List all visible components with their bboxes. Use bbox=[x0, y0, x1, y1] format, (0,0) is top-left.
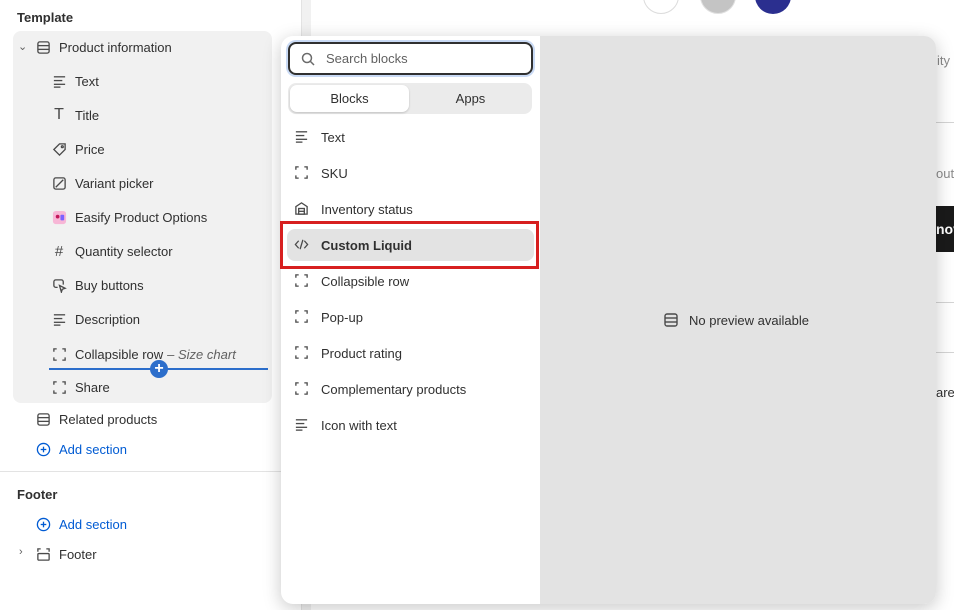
plus-circle-icon bbox=[35, 441, 51, 457]
block-label: Price bbox=[75, 141, 105, 157]
dashed-square-icon bbox=[294, 273, 310, 289]
block-label: Title bbox=[75, 107, 100, 123]
text-lines-icon bbox=[51, 73, 67, 89]
swatch-white[interactable] bbox=[643, 0, 679, 14]
section-footer[interactable]: Footer bbox=[35, 544, 97, 564]
dashed-square-icon bbox=[294, 381, 310, 397]
block-option-sku[interactable]: SKU bbox=[287, 157, 534, 189]
block-label: Share bbox=[75, 379, 110, 395]
block-option-label: SKU bbox=[321, 165, 348, 181]
no-preview-message: No preview available bbox=[663, 312, 809, 328]
tab-apps[interactable]: Apps bbox=[411, 85, 530, 112]
add-section-button[interactable]: Add section bbox=[35, 439, 127, 459]
section-label: Product information bbox=[59, 39, 172, 55]
block-picker-popover: No preview available Blocks Apps Text SK… bbox=[281, 36, 936, 604]
section-icon bbox=[663, 312, 679, 328]
dashed-square-icon bbox=[294, 345, 310, 361]
block-option-label: Inventory status bbox=[321, 201, 413, 217]
section-label: Footer bbox=[59, 546, 97, 562]
block-option-label: Pop-up bbox=[321, 309, 363, 325]
plus-circle-icon bbox=[35, 516, 51, 532]
block-item-collapsible-row[interactable]: Collapsible row – Size chart bbox=[51, 344, 236, 364]
template-heading: Template bbox=[17, 10, 74, 25]
add-section-label: Add section bbox=[59, 516, 127, 532]
swatch-navy[interactable] bbox=[755, 0, 791, 14]
block-label: Collapsible row bbox=[75, 346, 164, 362]
block-option-icon-with-text[interactable]: Icon with text bbox=[287, 409, 534, 441]
block-label: Description bbox=[75, 311, 141, 327]
section-icon bbox=[35, 411, 51, 427]
variant-icon bbox=[51, 175, 67, 191]
block-item-variant-picker[interactable]: Variant picker bbox=[51, 173, 154, 193]
section-icon bbox=[35, 546, 51, 562]
preview-text-fragment: out bbox=[936, 166, 954, 181]
cursor-button-icon bbox=[51, 277, 67, 293]
dashed-square-icon bbox=[294, 165, 310, 181]
inventory-icon bbox=[294, 201, 310, 217]
block-label: Variant picker bbox=[75, 175, 154, 191]
block-item-price[interactable]: Price bbox=[51, 139, 105, 159]
section-label: Related products bbox=[59, 411, 158, 427]
section-related-products[interactable]: Related products bbox=[35, 409, 157, 429]
tab-blocks[interactable]: Blocks bbox=[290, 85, 409, 112]
block-label: Buy buttons bbox=[75, 277, 144, 293]
preview-button-text: nov bbox=[936, 221, 954, 237]
chevron-right-icon[interactable]: › bbox=[19, 546, 23, 558]
block-label: Quantity selector bbox=[75, 243, 173, 259]
footer-heading: Footer bbox=[17, 487, 58, 502]
search-blocks-input[interactable] bbox=[326, 51, 506, 66]
block-item-title[interactable]: T Title bbox=[51, 105, 99, 125]
insert-block-plus-icon[interactable]: + bbox=[150, 360, 168, 378]
block-option-product-rating[interactable]: Product rating bbox=[287, 337, 534, 369]
text-lines-icon bbox=[294, 417, 310, 433]
sidebar-divider bbox=[0, 471, 302, 472]
search-blocks-field[interactable] bbox=[288, 42, 533, 75]
theme-editor-sidebar: Template ⌄ Product information Text T Ti… bbox=[0, 0, 302, 610]
preview-buy-button[interactable]: nov bbox=[936, 206, 954, 252]
title-icon: T bbox=[54, 106, 64, 123]
block-item-quantity-selector[interactable]: # Quantity selector bbox=[51, 241, 173, 261]
block-option-collapsible-row[interactable]: Collapsible row bbox=[287, 265, 534, 297]
block-label: Text bbox=[75, 73, 99, 89]
block-item-description[interactable]: Description bbox=[51, 309, 140, 329]
swatch-gray[interactable] bbox=[700, 0, 736, 14]
text-lines-icon bbox=[51, 311, 67, 327]
block-label: Easify Product Options bbox=[75, 209, 208, 225]
text-lines-icon bbox=[294, 129, 310, 145]
dashed-square-icon bbox=[51, 346, 67, 362]
block-option-label: Text bbox=[321, 129, 345, 145]
preview-text-fragment: ity bbox=[937, 53, 950, 68]
section-icon bbox=[35, 39, 51, 55]
block-option-pop-up[interactable]: Pop-up bbox=[287, 301, 534, 333]
hash-icon: # bbox=[54, 242, 64, 260]
block-option-text[interactable]: Text bbox=[287, 121, 534, 153]
preview-divider bbox=[936, 122, 954, 123]
block-item-share[interactable]: Share bbox=[51, 377, 110, 397]
footer-add-section-button[interactable]: Add section bbox=[35, 514, 127, 534]
preview-divider bbox=[936, 352, 954, 353]
block-option-label: Complementary products bbox=[321, 381, 467, 397]
dashed-square-icon bbox=[294, 309, 310, 325]
preview-divider bbox=[936, 302, 954, 303]
block-suffix: – Size chart bbox=[167, 346, 236, 362]
search-icon bbox=[300, 51, 316, 67]
block-item-easify[interactable]: Easify Product Options bbox=[51, 207, 207, 227]
block-item-buy-buttons[interactable]: Buy buttons bbox=[51, 275, 144, 295]
block-option-label: Product rating bbox=[321, 345, 402, 361]
app-logo-icon bbox=[51, 209, 67, 225]
block-option-complementary-products[interactable]: Complementary products bbox=[287, 373, 534, 405]
preview-text-fragment: are bbox=[936, 385, 954, 400]
block-item-text[interactable]: Text bbox=[51, 71, 99, 91]
blocks-apps-tabs: Blocks Apps bbox=[288, 83, 532, 114]
no-preview-text: No preview available bbox=[689, 312, 809, 328]
block-option-label: Icon with text bbox=[321, 417, 397, 433]
block-option-label: Collapsible row bbox=[321, 273, 410, 289]
dashed-square-icon bbox=[51, 379, 67, 395]
section-product-information[interactable]: Product information bbox=[35, 37, 172, 57]
price-tag-icon bbox=[51, 141, 67, 157]
chevron-down-icon[interactable]: ⌄ bbox=[18, 40, 27, 53]
selection-highlight-box bbox=[280, 221, 539, 269]
add-section-label: Add section bbox=[59, 441, 127, 457]
